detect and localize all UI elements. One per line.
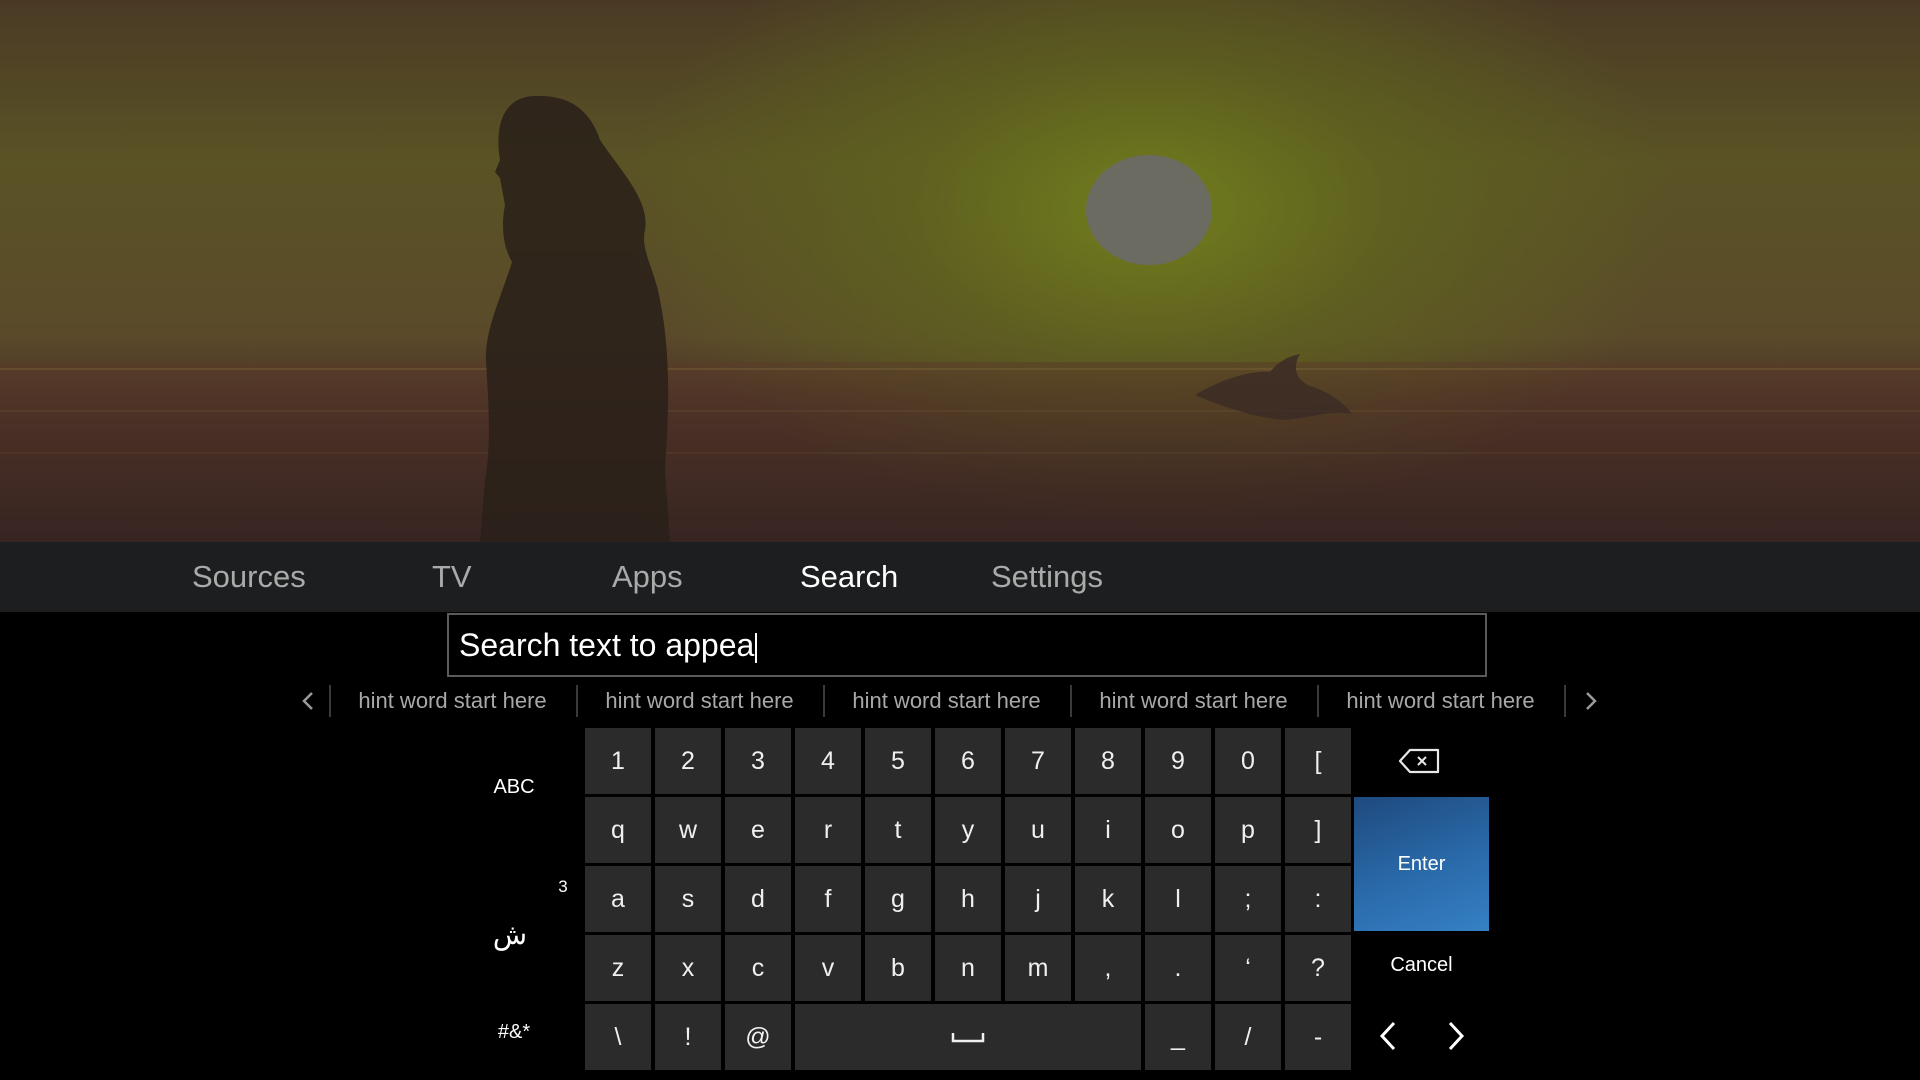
key[interactable]: _ (1145, 1004, 1211, 1070)
key[interactable]: , (1075, 935, 1141, 1001)
key[interactable]: a (585, 866, 651, 932)
chevron-right-icon[interactable] (1436, 1013, 1476, 1059)
chevron-left-icon[interactable] (293, 684, 323, 718)
search-input-value-wrap: Search text to appea (459, 615, 758, 675)
key[interactable]: f (795, 866, 861, 932)
key[interactable]: x (655, 935, 721, 1001)
hint-divider (1564, 685, 1566, 717)
nav-item-tv[interactable]: TV (432, 542, 472, 612)
hint-word[interactable]: hint word start here (1318, 684, 1563, 718)
nav-item-search[interactable]: Search (800, 542, 898, 612)
mode-symbols-button[interactable]: #&* (474, 1021, 554, 1044)
space-bar-icon (951, 1033, 985, 1043)
key[interactable]: m (1005, 935, 1071, 1001)
hint-word[interactable]: hint word start here (824, 684, 1069, 718)
key[interactable]: g (865, 866, 931, 932)
chevron-right-icon[interactable] (1576, 684, 1606, 718)
key[interactable]: u (1005, 797, 1071, 863)
key[interactable]: 6 (935, 728, 1001, 794)
key[interactable]: ‘ (1215, 935, 1281, 1001)
mode-abc-button[interactable]: ABC (474, 776, 554, 799)
key[interactable]: w (655, 797, 721, 863)
key[interactable]: y (935, 797, 1001, 863)
hint-word[interactable]: hint word start here (577, 684, 822, 718)
key[interactable]: ] (1285, 797, 1351, 863)
key[interactable]: v (795, 935, 861, 1001)
key[interactable]: . (1145, 935, 1211, 1001)
key[interactable]: 8 (1075, 728, 1141, 794)
key[interactable]: h (935, 866, 1001, 932)
mode-arabic-button[interactable]: ش (470, 918, 550, 951)
hint-word[interactable]: hint word start here (330, 684, 575, 718)
key[interactable]: j (1005, 866, 1071, 932)
background-video (0, 0, 1920, 542)
key[interactable]: \ (585, 1004, 651, 1070)
bird-silhouette (1195, 354, 1352, 420)
key[interactable]: 0 (1215, 728, 1281, 794)
nav-item-sources[interactable]: Sources (192, 542, 306, 612)
key[interactable]: 4 (795, 728, 861, 794)
key[interactable]: e (725, 797, 791, 863)
key[interactable]: [ (1285, 728, 1351, 794)
cancel-button[interactable]: Cancel (1354, 938, 1489, 992)
key[interactable]: / (1215, 1004, 1281, 1070)
hint-word[interactable]: hint word start here (1071, 684, 1316, 718)
nav-item-apps[interactable]: Apps (612, 542, 683, 612)
key[interactable]: s (655, 866, 721, 932)
key[interactable]: r (795, 797, 861, 863)
key[interactable]: z (585, 935, 651, 1001)
key[interactable]: 3 (725, 728, 791, 794)
key[interactable]: q (585, 797, 651, 863)
key[interactable]: ? (1285, 935, 1351, 1001)
key[interactable]: k (1075, 866, 1141, 932)
key[interactable]: i (1075, 797, 1141, 863)
nav-item-settings[interactable]: Settings (991, 542, 1103, 612)
arabic-mode-badge: 3 (558, 877, 568, 896)
key[interactable]: b (865, 935, 931, 1001)
key[interactable]: 7 (1005, 728, 1071, 794)
space-key[interactable] (795, 1004, 1141, 1070)
key[interactable]: ! (655, 1004, 721, 1070)
enter-button[interactable]: Enter (1354, 797, 1489, 931)
key[interactable]: : (1285, 866, 1351, 932)
search-input[interactable]: Search text to appea (447, 613, 1487, 677)
search-input-value: Search text to appea (459, 627, 755, 663)
key[interactable]: @ (725, 1004, 791, 1070)
key[interactable]: 2 (655, 728, 721, 794)
key[interactable]: t (865, 797, 931, 863)
text-cursor (755, 632, 758, 663)
key[interactable]: ; (1215, 866, 1281, 932)
backspace-icon[interactable] (1396, 744, 1444, 778)
key[interactable]: p (1215, 797, 1281, 863)
key[interactable]: 1 (585, 728, 651, 794)
key[interactable]: d (725, 866, 791, 932)
top-nav-bar: Sources TV Apps Search Settings (0, 542, 1920, 612)
key[interactable]: o (1145, 797, 1211, 863)
chevron-left-icon[interactable] (1368, 1013, 1408, 1059)
key[interactable]: 9 (1145, 728, 1211, 794)
key[interactable]: l (1145, 866, 1211, 932)
key[interactable]: - (1285, 1004, 1351, 1070)
key[interactable]: 5 (865, 728, 931, 794)
key[interactable]: n (935, 935, 1001, 1001)
key[interactable]: c (725, 935, 791, 1001)
